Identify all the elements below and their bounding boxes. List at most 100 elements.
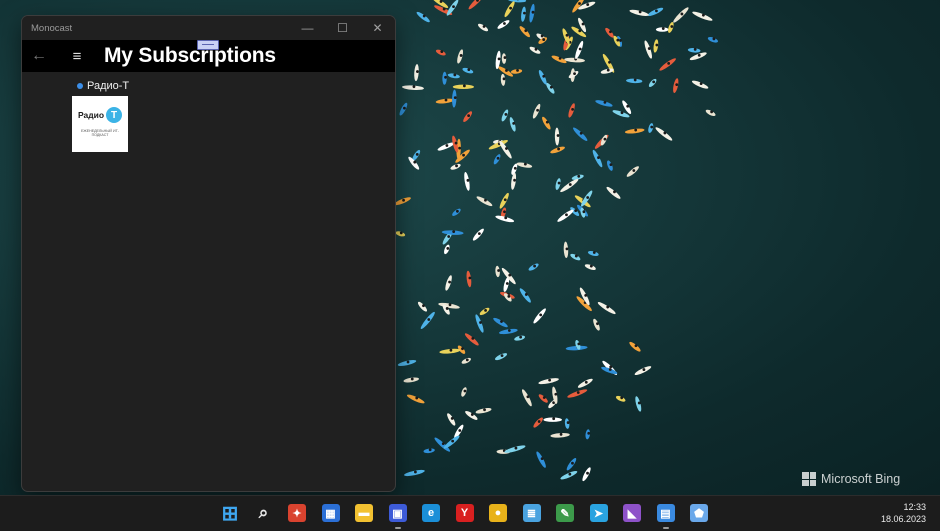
taskbar-button[interactable]: Y [451,501,479,525]
surfboard-shape [572,126,589,142]
surfer-shape [478,232,481,235]
surfboard-shape [658,57,677,72]
surfboard-shape [584,263,596,271]
surfer-shape [503,77,506,80]
surfer-shape [550,86,553,89]
surfboard-shape [634,396,642,412]
taskbar-button[interactable]: ⌕ [250,501,278,525]
surfboard-shape [404,469,426,478]
surfer-shape [508,274,511,277]
surfer-shape [524,163,527,166]
surfboard-shape [494,352,508,362]
surfboard-shape [691,79,709,90]
surfboard-shape [625,128,645,135]
surfboard-shape [460,387,468,398]
taskbar-button[interactable]: ◣ [618,501,646,525]
surfer-shape [416,153,419,156]
taskbar-button[interactable]: ▤ [652,501,680,525]
surfboard-shape [705,108,717,117]
surfboard-shape [595,99,613,108]
surfer-shape [403,107,406,110]
surfboard-shape [474,314,485,334]
surfer-shape [626,105,629,108]
surfer-shape [638,402,641,405]
taskbar-button[interactable]: ▦ [317,501,345,525]
surfboard-shape [560,469,579,480]
surfer-shape [525,293,528,296]
podcast-cover-image[interactable]: Радио Т ЕЖЕНЕДЕЛЬНЫЙ ИТ-ПОДКАСТ [72,96,128,152]
surfer-shape [427,318,430,321]
drag-handle-indicator[interactable] [197,40,219,50]
surfboard-shape [451,207,462,217]
hamburger-menu-icon[interactable]: ≡ [65,48,89,65]
surfer-shape [532,11,535,14]
surfboard-shape [537,69,548,85]
surfboard-shape [628,340,642,352]
surfer-shape [503,210,506,213]
taskbar-button[interactable]: e [417,501,445,525]
surfboard-shape [445,0,460,17]
surfer-shape [566,247,569,250]
surfboard-shape [567,388,588,399]
surfboard-shape [537,393,549,404]
taskbar-button[interactable]: ✦ [283,501,311,525]
telegram-icon: ➤ [590,504,608,522]
surfboard-shape [559,177,579,193]
surfboard-shape [516,161,532,168]
surfer-shape [632,169,635,172]
surfer-shape [516,69,519,72]
surfer-shape [464,390,467,393]
surfer-shape [580,132,583,135]
taskbar-button[interactable]: ● [484,501,512,525]
surfboard-shape [528,4,535,23]
surfer-shape [455,142,458,145]
surfboard-shape [597,300,617,315]
surfer-shape [458,147,461,150]
subscription-item[interactable]: Радио-Т Радио Т ЕЖЕНЕДЕЛЬНЫЙ ИТ-ПОДКАСТ [72,80,152,152]
minimize-button[interactable]: — [290,16,325,40]
surfboard-shape [592,318,601,331]
surfer-shape [513,179,516,182]
surfer-shape [429,448,432,451]
surfer-shape [597,156,600,159]
surfer-shape [453,73,456,76]
surfer-shape [448,281,451,284]
system-clock[interactable]: 12:33 18.06.2023 [881,501,926,525]
taskbar-button[interactable]: ▣ [384,501,412,525]
surfer-shape [584,294,587,297]
surfboard-shape [653,39,659,53]
surfer-shape [497,157,500,160]
surfer-shape [536,109,539,112]
surfer-shape [546,121,549,124]
surfboard-shape [479,306,491,316]
maximize-button[interactable]: ☐ [325,16,360,40]
surfer-shape [533,265,536,268]
surfer-shape [411,378,414,381]
surfboard-shape [462,67,474,75]
back-arrow-icon[interactable]: ← [26,47,52,65]
surfboard-shape [643,40,653,59]
surfer-shape [447,235,450,238]
surfer-shape [578,2,581,5]
taskbar-button[interactable]: ⊞ [216,501,244,525]
surfboard-shape [647,123,654,134]
surfer-shape [415,397,418,400]
surfer-shape [451,417,454,420]
taskbar-button[interactable]: ⬟ [685,501,713,525]
cover-logo-circle: Т [106,107,122,123]
surfer-shape [557,134,560,137]
surfer-shape [507,295,510,298]
surfer-shape [575,255,578,258]
close-button[interactable]: ✕ [360,16,395,40]
surfer-shape [552,417,555,420]
taskbar-button[interactable]: ✎ [551,501,579,525]
window-titlebar[interactable]: Monocast — ☐ ✕ [22,16,395,40]
taskbar-button[interactable]: ➤ [585,501,613,525]
surfer-shape [538,420,541,423]
surfboard-shape [500,109,509,123]
taskbar-button[interactable]: ▬ [350,501,378,525]
surfer-shape [500,320,503,323]
taskbar-button[interactable]: ≣ [518,501,546,525]
surfer-shape [440,50,443,53]
surfboard-shape [398,102,409,117]
